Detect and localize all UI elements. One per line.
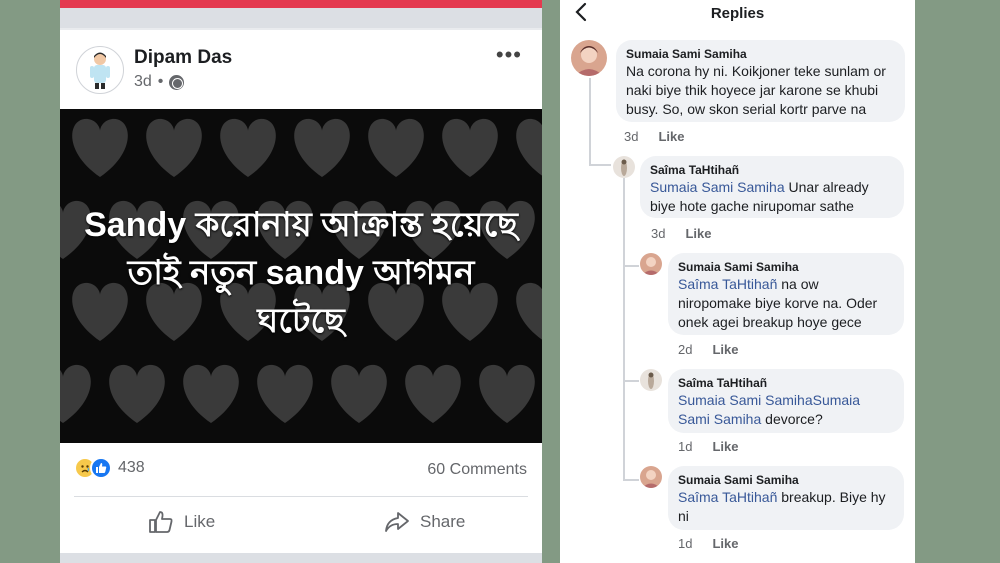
share-button-label: Share — [420, 512, 466, 531]
comment-bubble[interactable]: Sumaia Sami Samiha Saîma TaHtihañ breaku… — [668, 466, 904, 530]
heart-shape — [72, 118, 128, 177]
comment-text: Na corona hy ni. Koikjoner teke sunlam o… — [626, 63, 886, 117]
heart-shape — [442, 118, 498, 177]
heart-shape — [331, 364, 387, 423]
thread-line — [589, 78, 591, 166]
user-avatar-icon — [640, 466, 662, 488]
thread-line — [589, 164, 611, 166]
post-time[interactable]: 3d — [134, 73, 152, 91]
like-button-label: Like — [184, 512, 216, 531]
like-reaction-icon — [90, 457, 112, 479]
comment-like-button[interactable]: Like — [712, 439, 738, 454]
thread-line — [623, 178, 625, 481]
comment-like-button[interactable]: Like — [685, 226, 711, 241]
post-caption: Sandy করোনায় আক্রান্ত হয়েছে তাই নতুন s… — [84, 206, 518, 340]
comment-time: 1d — [678, 536, 693, 551]
comment-bubble[interactable]: Sumaia Sami Samiha Saîma TaHtihañ na ow … — [668, 253, 904, 335]
comment-mention-link[interactable]: Sumaia Sami Samiha — [650, 179, 785, 195]
comment-avatar[interactable] — [640, 369, 662, 391]
like-button[interactable]: Like — [148, 510, 215, 534]
heart-shape — [516, 118, 542, 176]
heart-shape — [368, 118, 424, 177]
heart-shape — [220, 118, 276, 177]
heart-shape — [183, 364, 239, 423]
comment-bubble[interactable]: Sumaia Sami Samiha Na corona hy ni. Koik… — [616, 40, 905, 122]
comment-meta: 2d Like — [678, 342, 738, 357]
comment-like-button[interactable]: Like — [658, 129, 684, 144]
thread-line — [623, 479, 639, 481]
replies-header: Replies — [560, 0, 915, 28]
thread-line — [623, 380, 639, 382]
thread-line — [623, 265, 639, 267]
comment-meta: 1d Like — [678, 439, 738, 454]
comment-author[interactable]: Sumaia Sami Samiha — [626, 46, 895, 62]
comment-author[interactable]: Sumaia Sami Samiha — [678, 259, 894, 275]
comment-text: Sumaia Sami Samiha Unar already biye hot… — [650, 178, 894, 216]
comment-mention-link[interactable]: Saîma TaHtihañ — [678, 489, 777, 505]
comment-text: Saîma TaHtihañ breakup. Biye hy ni — [678, 488, 894, 526]
comment-meta: 3d Like — [651, 226, 711, 241]
post-panel: Dipam Das 3d • ••• Sandy করোনায় আক্রান্… — [60, 0, 542, 563]
post-meta: 3d • — [134, 73, 185, 91]
comment-like-button[interactable]: Like — [712, 342, 738, 357]
more-options-button[interactable]: ••• — [496, 42, 522, 68]
comment-meta: 3d Like — [624, 129, 684, 144]
post-card: Dipam Das 3d • ••• Sandy করোনায় আক্রান্… — [60, 30, 542, 553]
comment-time: 2d — [678, 342, 693, 357]
post-image[interactable]: Sandy করোনায় আক্রান্ত হয়েছে তাই নতুন s… — [60, 109, 542, 443]
heart-shape — [257, 364, 313, 423]
share-arrow-icon — [385, 512, 409, 532]
feed-separator-bottom — [60, 553, 542, 563]
user-avatar-icon — [571, 40, 607, 76]
comment-text: Sumaia Sami SamihaSumaia Sami Samiha dev… — [678, 391, 894, 429]
action-divider — [74, 496, 528, 497]
meta-separator: • — [157, 73, 164, 90]
comment-author[interactable]: Saîma TaHtihañ — [678, 375, 894, 391]
share-button[interactable]: Share — [384, 510, 465, 534]
author-avatar[interactable] — [76, 46, 124, 94]
heart-shape — [294, 118, 350, 177]
top-accent-bar — [60, 0, 542, 8]
comment-bubble[interactable]: Saîma TaHtihañ Sumaia Sami Samiha Unar a… — [640, 156, 904, 218]
comment-avatar[interactable] — [640, 253, 662, 275]
reaction-count: 438 — [118, 459, 145, 476]
user-avatar-icon — [613, 156, 635, 178]
comment-avatar[interactable] — [640, 466, 662, 488]
comment-author[interactable]: Saîma TaHtihañ — [650, 162, 894, 178]
comment-time: 3d — [651, 226, 666, 241]
comment-bubble[interactable]: Saîma TaHtihañ Sumaia Sami SamihaSumaia … — [668, 369, 904, 433]
comment-meta: 1d Like — [678, 536, 738, 551]
user-avatar-icon — [640, 253, 662, 275]
comment-time: 3d — [624, 129, 639, 144]
comment-mention-link[interactable]: Saîma TaHtihañ — [678, 276, 777, 292]
comment-body: devorce? — [761, 411, 823, 427]
heart-shape — [146, 118, 202, 177]
heart-shape — [60, 364, 91, 423]
replies-panel: Replies Sumaia Sami Samiha Na corona hy … — [560, 0, 915, 563]
comment-author[interactable]: Sumaia Sami Samiha — [678, 472, 894, 488]
user-avatar-icon — [640, 369, 662, 391]
comment-text: Saîma TaHtihañ na ow niropomake biye kor… — [678, 275, 894, 332]
feed-separator — [60, 8, 542, 28]
comment-avatar[interactable] — [571, 40, 607, 76]
heart-shape — [479, 364, 535, 423]
person-illustration-icon — [90, 52, 110, 89]
heart-shape — [109, 364, 165, 423]
comments-count-link[interactable]: 60 Comments — [427, 461, 527, 479]
globe-icon — [169, 74, 185, 90]
comment-avatar[interactable] — [613, 156, 635, 178]
heart-shape — [405, 364, 461, 423]
comment-like-button[interactable]: Like — [712, 536, 738, 551]
thumbs-up-icon — [149, 511, 173, 533]
comment-time: 1d — [678, 439, 693, 454]
post-author-name[interactable]: Dipam Das — [134, 47, 232, 69]
reactions-summary[interactable]: 438 — [74, 457, 145, 479]
replies-title: Replies — [710, 5, 765, 22]
